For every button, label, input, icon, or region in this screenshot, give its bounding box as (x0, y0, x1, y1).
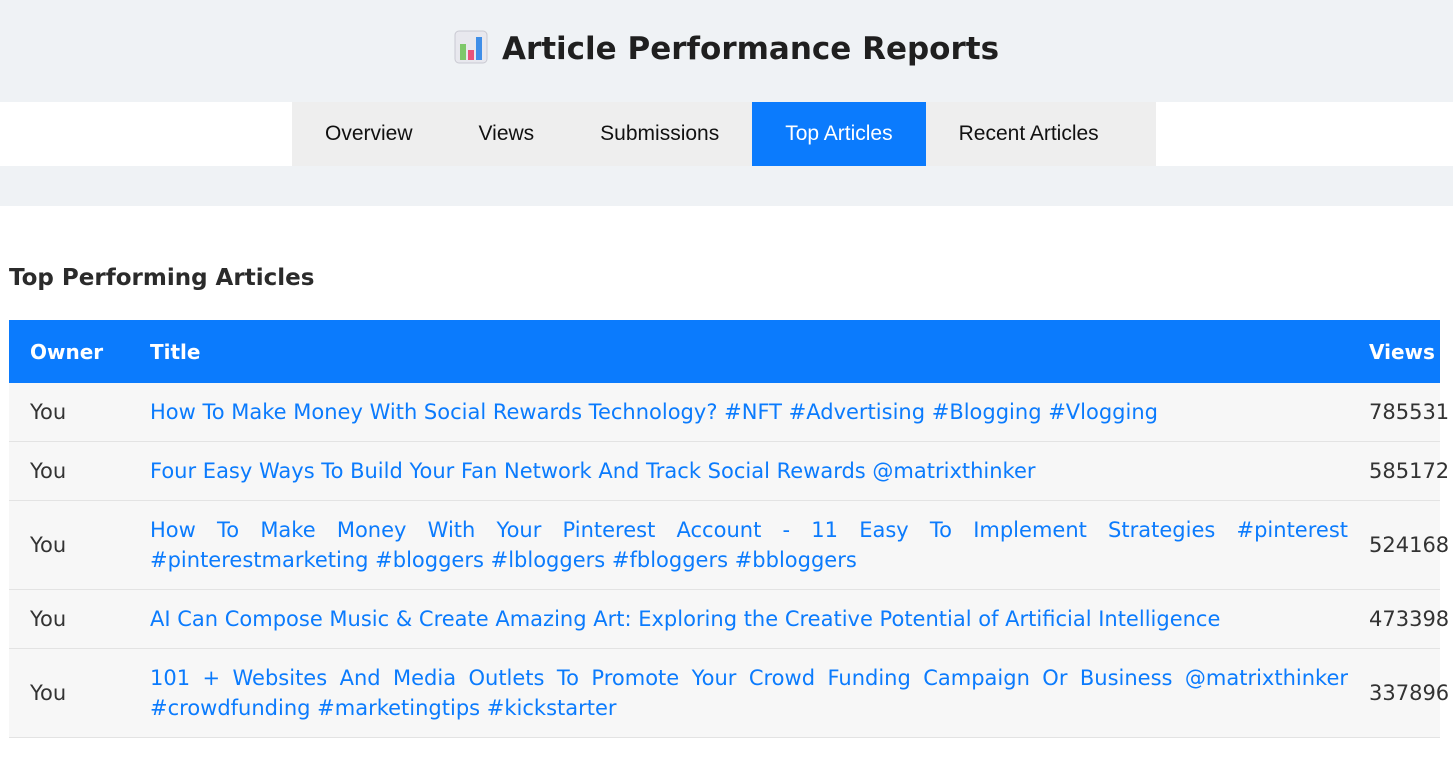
title-cell: AI Can Compose Music & Create Amazing Ar… (129, 589, 1348, 649)
table-row: You Four Easy Ways To Build Your Fan Net… (9, 441, 1449, 501)
title-cell: How To Make Money With Your Pinterest Ac… (129, 500, 1348, 590)
owner-cell: You (9, 589, 129, 649)
owner-cell: You (9, 383, 129, 442)
title-cell: 101 + Websites And Media Outlets To Prom… (129, 648, 1348, 738)
article-link[interactable]: AI Can Compose Music & Create Amazing Ar… (150, 607, 1220, 631)
article-link[interactable]: Four Easy Ways To Build Your Fan Network… (150, 459, 1036, 483)
owner-cell: You (9, 441, 129, 501)
views-cell: 785531 (1348, 383, 1449, 442)
tab-bar: Overview Views Submissions Top Articles … (0, 102, 1453, 166)
page-title-wrap: Article Performance Reports (0, 30, 1453, 67)
table-row: You How To Make Money With Social Reward… (9, 383, 1449, 442)
owner-cell: You (9, 500, 129, 590)
tab-views[interactable]: Views (446, 102, 568, 166)
page-header: Article Performance Reports Overview Vie… (0, 0, 1453, 206)
title-cell: How To Make Money With Social Rewards Te… (129, 383, 1348, 442)
column-header-owner: Owner (30, 339, 104, 364)
tab-overview[interactable]: Overview (292, 102, 446, 166)
article-link[interactable]: How To Make Money With Your Pinterest Ac… (150, 518, 1348, 572)
column-header-views: Views (1369, 339, 1435, 364)
views-cell: 473398 (1348, 589, 1449, 649)
bar-chart-icon (454, 30, 488, 64)
views-cell: 524168 (1348, 500, 1449, 590)
tab-submissions[interactable]: Submissions (567, 102, 752, 166)
table-row: You 101 + Websites And Media Outlets To … (9, 648, 1449, 738)
tab-recent-articles[interactable]: Recent Articles (926, 102, 1132, 166)
title-cell: Four Easy Ways To Build Your Fan Network… (129, 441, 1348, 501)
article-link[interactable]: How To Make Money With Social Rewards Te… (150, 400, 1158, 424)
table-row: You How To Make Money With Your Pinteres… (9, 500, 1449, 590)
table-row: You AI Can Compose Music & Create Amazin… (9, 589, 1449, 649)
article-link[interactable]: 101 + Websites And Media Outlets To Prom… (150, 666, 1348, 720)
column-header-title: Title (150, 339, 201, 364)
views-cell: 585172 (1348, 441, 1449, 501)
views-cell: 337896 (1348, 648, 1449, 738)
top-articles-table: Owner Title Views You How To Make Money … (9, 320, 1449, 738)
table-header-row: Owner Title Views (9, 320, 1440, 383)
page-title: Article Performance Reports (501, 31, 1000, 67)
section-title: Top Performing Articles (9, 265, 315, 291)
tab-top-articles[interactable]: Top Articles (752, 102, 926, 166)
tabs: Overview Views Submissions Top Articles … (292, 102, 1156, 166)
owner-cell: You (9, 648, 129, 738)
